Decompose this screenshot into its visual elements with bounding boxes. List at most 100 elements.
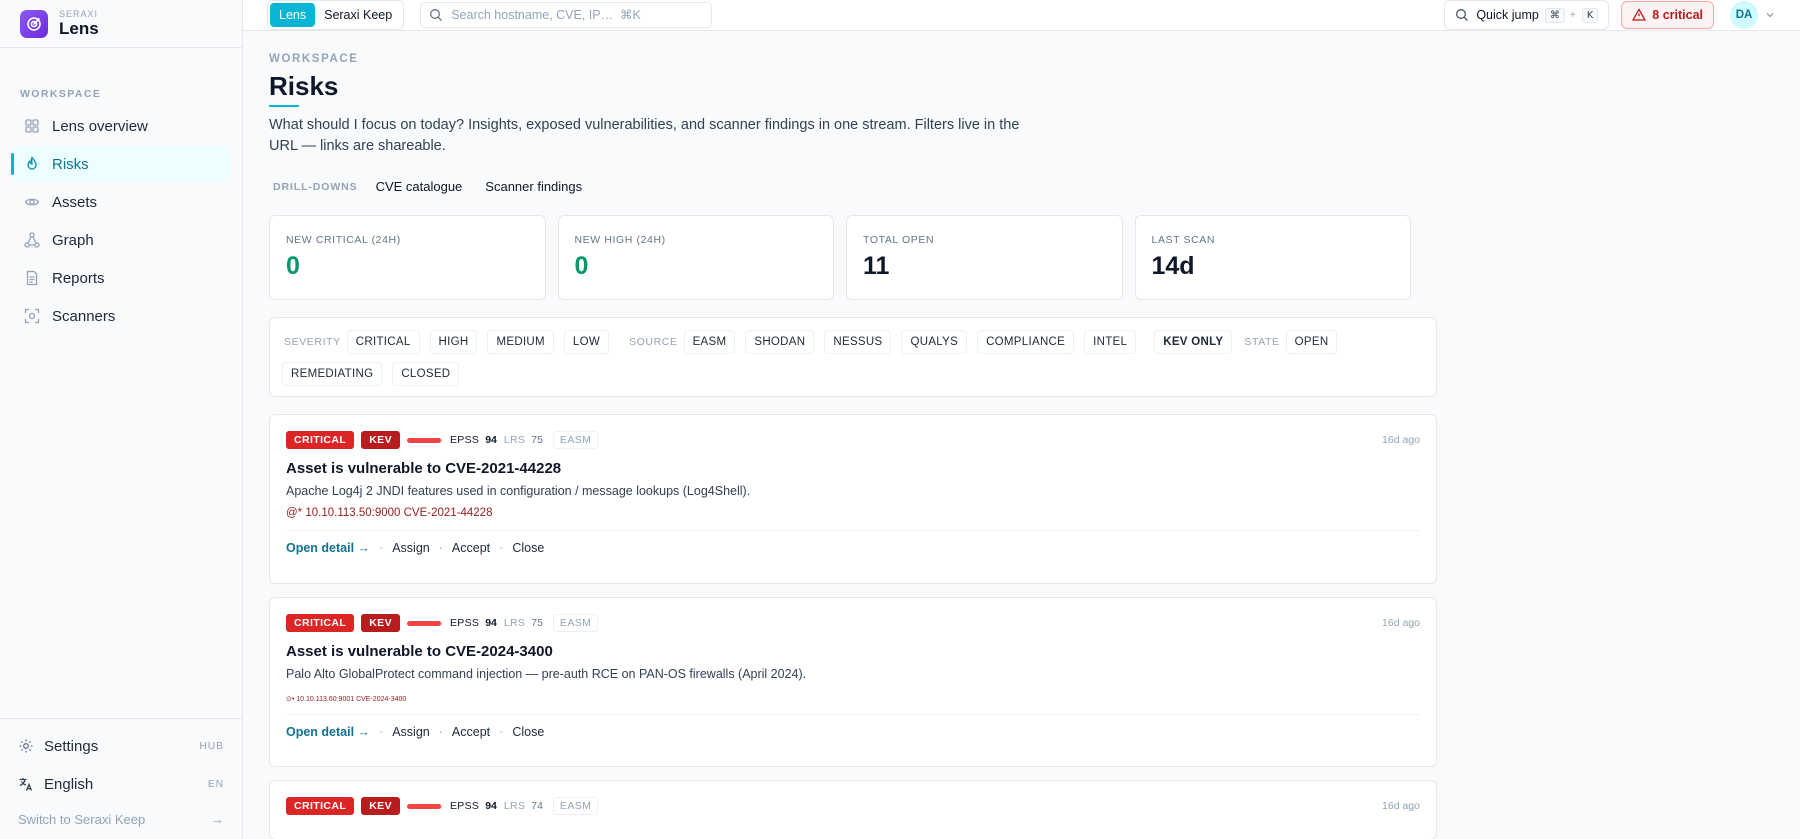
page-title: Risks	[269, 71, 339, 101]
filter-source-compliance[interactable]: COMPLIANCE	[977, 330, 1075, 354]
page-content: WORKSPACE Risks What should I focus on t…	[243, 31, 1437, 839]
topbar-right: Quick jump ⌘ + K 8 critical DA	[1444, 0, 1776, 30]
stat-label: TOTAL OPEN	[863, 234, 935, 246]
sidebar-item-label: Risks	[52, 155, 89, 173]
epss-label: EPSS	[450, 434, 480, 446]
avatar[interactable]: DA	[1730, 1, 1758, 29]
filter-source-label: SOURCE	[629, 336, 678, 348]
language-label: English	[44, 775, 94, 793]
app-root: SERAXI Lens WORKSPACE Lens overview Risk…	[0, 0, 1800, 839]
quick-jump-button[interactable]: Quick jump ⌘ + K	[1444, 0, 1610, 30]
separator-dot: ·	[438, 541, 443, 555]
main-area: Lens Seraxi Keep Quick jump ⌘ + K 8 crit…	[243, 0, 1800, 839]
separator-dot: ·	[438, 725, 443, 739]
filter-source-easm[interactable]: EASM	[683, 330, 736, 354]
finding-description: Apache Log4j 2 JNDI features used in con…	[286, 484, 751, 498]
critical-alerts-badge[interactable]: 8 critical	[1621, 1, 1714, 29]
accept-button[interactable]: Accept	[452, 725, 490, 739]
global-search	[420, 2, 713, 28]
filter-severity-low[interactable]: LOW	[563, 330, 610, 354]
sidebar-item-label: Assets	[52, 193, 98, 211]
epss-value: 94	[485, 800, 497, 812]
finding-card: CRITICAL KEV EPSS 94 LRS 74 EASM 16d ago	[269, 780, 1437, 839]
kev-badge: KEV	[361, 614, 400, 632]
stat-value: 11	[863, 252, 890, 280]
filter-state-closed[interactable]: CLOSED	[392, 362, 460, 386]
finding-age: 16d ago	[1382, 434, 1420, 446]
filter-state-remediating[interactable]: REMEDIATING	[282, 362, 383, 386]
app-switch-lens[interactable]: Lens	[270, 3, 316, 27]
filter-severity-critical[interactable]: CRITICAL	[346, 330, 420, 354]
lrs-label: LRS	[503, 617, 526, 629]
filter-source-intel[interactable]: INTEL	[1084, 330, 1137, 354]
source-tag: EASM	[552, 431, 599, 449]
sidebar-footer: Settings HUB English EN Switch to Seraxi…	[0, 718, 242, 839]
settings-link[interactable]: Settings HUB	[0, 727, 242, 765]
chevron-down-icon[interactable]	[1764, 9, 1776, 21]
drill-cve-catalogue[interactable]: CVE catalogue	[376, 179, 463, 194]
filter-severity-medium[interactable]: MEDIUM	[487, 330, 554, 354]
finding-card: CRITICAL KEV EPSS 94 LRS 75 EASM 16d ago…	[269, 597, 1437, 767]
drill-scanner-findings[interactable]: Scanner findings	[485, 179, 582, 194]
divider	[286, 530, 1420, 531]
filter-kev-only[interactable]: KEV ONLY	[1154, 330, 1233, 354]
epss-meter-fill	[407, 437, 441, 443]
brand-name: Lens	[59, 18, 99, 38]
stats-row: NEW CRITICAL (24H) 0 NEW HIGH (24H) 0 TO…	[269, 215, 1411, 300]
close-button[interactable]: Close	[512, 725, 544, 739]
filter-state-open[interactable]: OPEN	[1285, 330, 1338, 354]
epss-value: 94	[485, 617, 497, 629]
translate-icon	[18, 776, 34, 792]
close-button[interactable]: Close	[512, 541, 544, 555]
brand-text: SERAXI Lens	[59, 9, 99, 39]
stat-label: LAST SCAN	[1151, 234, 1216, 246]
assign-button[interactable]: Assign	[392, 541, 430, 555]
epss-meter-fill	[407, 620, 441, 626]
assign-button[interactable]: Assign	[392, 725, 430, 739]
filter-source-shodan[interactable]: SHODAN	[745, 330, 815, 354]
source-tag: EASM	[552, 614, 599, 632]
app-switch-keep[interactable]: Seraxi Keep	[315, 3, 401, 27]
search-icon	[429, 8, 443, 22]
sidebar-item-graph[interactable]: Graph	[12, 222, 230, 258]
filter-bar: SEVERITY CRITICAL HIGH MEDIUM LOW SOURCE…	[269, 317, 1437, 397]
page-description: What should I focus on today? Insights, …	[269, 117, 1020, 154]
epss-meter	[407, 620, 443, 626]
sidebar-item-reports[interactable]: Reports	[12, 260, 230, 296]
finding-age: 16d ago	[1382, 800, 1420, 812]
sidebar-item-lens-overview[interactable]: Lens overview	[12, 108, 230, 144]
filter-source-nessus[interactable]: NESSUS	[824, 330, 892, 354]
brand[interactable]: SERAXI Lens	[0, 0, 242, 48]
open-detail-link[interactable]: Open detail →	[286, 541, 370, 555]
kev-badge: KEV	[361, 431, 400, 449]
sidebar-section-label: WORKSPACE	[20, 88, 102, 100]
page-kicker: WORKSPACE	[269, 53, 359, 65]
lrs-value: 74	[531, 800, 543, 812]
source-tag: EASM	[552, 797, 599, 815]
finding-title[interactable]: Asset is vulnerable to CVE-2021-44228	[286, 460, 1420, 477]
language-selector[interactable]: English EN	[0, 765, 242, 803]
settings-label: Settings	[44, 737, 99, 755]
stat-label: NEW HIGH (24H)	[574, 234, 666, 246]
graph-icon	[24, 232, 40, 248]
search-input[interactable]	[451, 8, 704, 22]
sidebar-item-risks[interactable]: Risks	[11, 146, 230, 182]
epss-meter	[407, 803, 443, 809]
filter-source-qualys[interactable]: QUALYS	[901, 330, 968, 354]
lrs-value: 75	[531, 434, 543, 446]
finding-actions: Open detail → · Assign · Accept · Close	[286, 725, 1420, 739]
severity-badge: CRITICAL	[286, 797, 355, 815]
topbar: Lens Seraxi Keep Quick jump ⌘ + K 8 crit…	[243, 0, 1800, 31]
separator-dot: ·	[379, 541, 384, 555]
filter-severity-high[interactable]: HIGH	[429, 330, 478, 354]
finding-title[interactable]: Asset is vulnerable to CVE-2024-3400	[286, 643, 1420, 660]
finding-actions: Open detail → · Assign · Accept · Close	[286, 541, 1420, 555]
sidebar-item-scanners[interactable]: Scanners	[12, 298, 230, 334]
stat-new-high: NEW HIGH (24H) 0	[557, 215, 834, 300]
accept-button[interactable]: Accept	[452, 541, 490, 555]
switch-app-link[interactable]: Switch to Seraxi Keep →	[0, 803, 242, 827]
open-detail-link[interactable]: Open detail →	[286, 725, 370, 739]
epss-label: EPSS	[450, 800, 480, 812]
sidebar-item-assets[interactable]: Assets	[12, 184, 230, 220]
stat-value: 14d	[1151, 252, 1195, 280]
